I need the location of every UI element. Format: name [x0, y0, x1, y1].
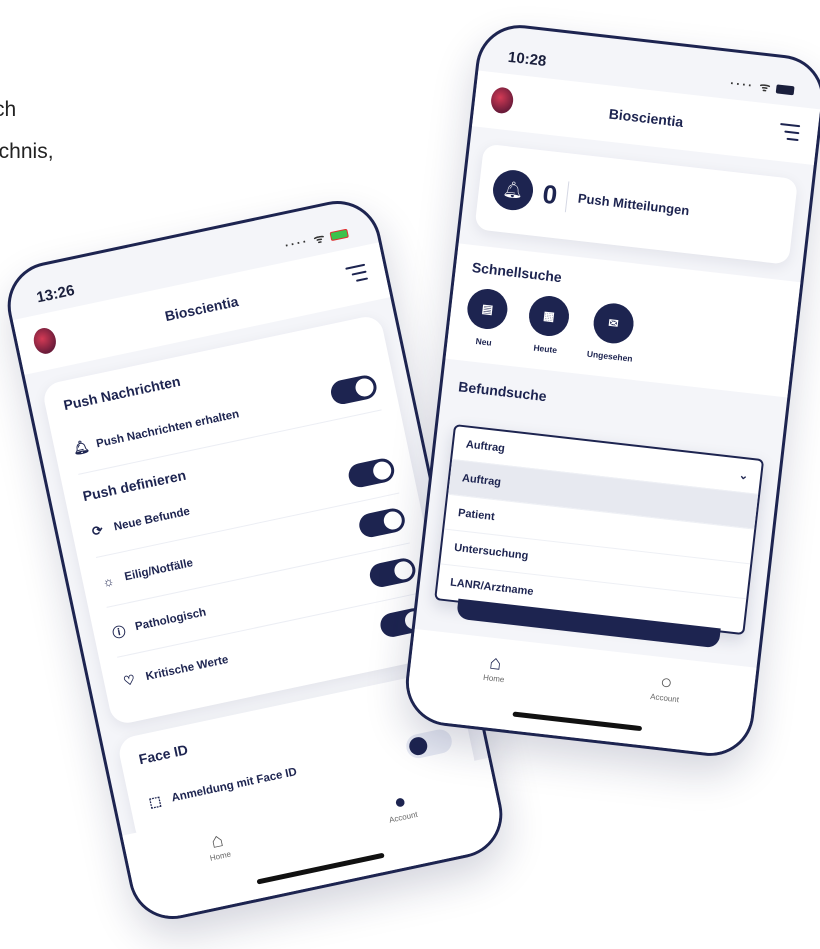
push-count: 0 [541, 178, 570, 212]
quick-search-heute[interactable]: ▦ Heute [525, 293, 572, 356]
face-id-icon: ⬚ [147, 792, 163, 811]
push-settings-card: Push Nachrichten 🔔︎ Push Nachrichten erh… [41, 313, 452, 727]
define-toggle-eilig[interactable] [357, 506, 408, 540]
tab-account[interactable]: ● Account [384, 788, 419, 825]
define-label-pathologisch: Pathologisch [134, 606, 208, 634]
tab-home[interactable]: ⌂ Home [204, 828, 232, 863]
face-id-label: Anmeldung mit Face ID [170, 766, 299, 805]
background-text-line-1: ch [0, 98, 17, 121]
app-title: Bioscientia [608, 105, 685, 130]
alarm-icon: ☼ [100, 572, 116, 590]
tab-home[interactable]: ⌂ Home [482, 651, 508, 685]
tab-account[interactable]: ○ Account [650, 670, 682, 704]
push-notifications-card[interactable]: 🔔︎ 0 Push Mitteilungen [474, 143, 799, 265]
refresh-icon: ⟳ [90, 522, 105, 540]
user-icon: ○ [659, 671, 674, 695]
face-id-toggle[interactable] [404, 727, 455, 761]
info-icon: ⓘ [111, 623, 127, 641]
define-toggle-neue-befunde[interactable] [346, 456, 397, 490]
define-label-eilig: Eilig/Notfälle [123, 557, 195, 584]
bell-icon: 🔔︎ [490, 168, 536, 213]
push-receive-label: Push Nachrichten erhalten [95, 408, 241, 451]
status-icons: ···· ᯤ [283, 224, 350, 254]
quick-search-neu-label: Neu [475, 335, 493, 348]
push-label: Push Mitteilungen [577, 190, 691, 218]
quick-search-neu[interactable]: ▤ Neu [463, 286, 510, 349]
chevron-down-icon: ⌄ [738, 469, 749, 483]
report-search-section: Befundsuche Auftrag ⌄ Auftrag Patient Un… [414, 359, 787, 671]
bell-icon: 🔔︎ [71, 438, 91, 457]
user-icon: ● [391, 790, 409, 815]
quick-search-ungesehen-label: Ungesehen [586, 348, 634, 364]
inbox-icon: ▤ [465, 286, 510, 332]
define-toggle-pathologisch[interactable] [367, 556, 418, 590]
quick-search-heute-label: Heute [532, 342, 558, 356]
battery-icon [329, 228, 350, 242]
tab-account-label: Account [388, 809, 419, 825]
status-icons: ···· ᯤ [729, 74, 795, 98]
heart-icon: ♡ [121, 671, 137, 689]
tab-account-label: Account [649, 691, 680, 705]
home-icon: ⌂ [209, 828, 226, 854]
push-receive-toggle[interactable] [328, 373, 379, 407]
quick-search-ungesehen[interactable]: ✉ Ungesehen [586, 301, 638, 364]
mail-icon: ✉ [591, 301, 636, 346]
menu-icon[interactable] [779, 122, 801, 142]
home-indicator [512, 711, 643, 732]
home-icon: ⌂ [488, 651, 503, 675]
status-time: 10:28 [507, 48, 548, 71]
battery-icon [775, 84, 795, 96]
background-text-line-2: ichnis, [0, 140, 54, 163]
define-label-neue-befunde: Neue Befunde [112, 505, 192, 534]
phone-dashboard-screen: 10:28 ···· ᯤ Bioscientia 🔔︎ 0 Push Mitte… [401, 20, 820, 761]
bioscientia-logo-icon [489, 86, 515, 115]
define-label-kritische-werte: Kritische Werte [144, 653, 230, 684]
status-time: 13:26 [35, 281, 77, 307]
menu-icon[interactable] [345, 263, 369, 284]
dropdown-selected-label: Auftrag [465, 438, 506, 455]
app-title: Bioscientia [163, 293, 240, 325]
bioscientia-logo-icon [31, 325, 59, 356]
calendar-icon: ▦ [526, 293, 572, 339]
tab-home-label: Home [482, 672, 505, 685]
home-indicator [256, 852, 385, 885]
